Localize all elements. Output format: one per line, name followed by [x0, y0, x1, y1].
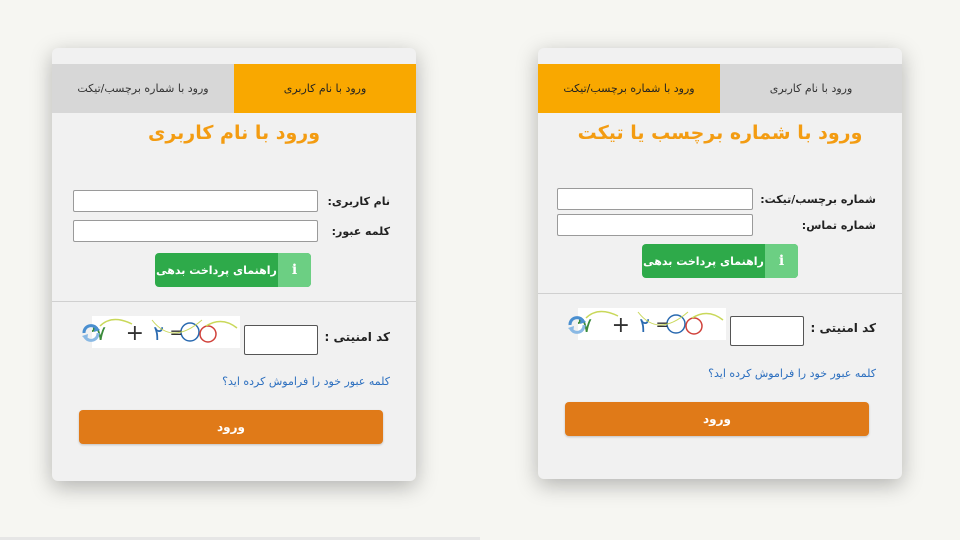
login-tabs: ورود با نام کاربری ورود با شماره برچسب/ت… [52, 64, 416, 113]
form-title: ورود با نام کاربری [147, 122, 321, 144]
captcha-label: کد امنیتی : [324, 330, 390, 344]
phone-input[interactable] [557, 214, 753, 236]
login-panel-ticket: ورود با نام کاربری ورود با شماره برچسب/ت… [538, 48, 902, 479]
login-submit-button[interactable]: ورود [79, 410, 383, 444]
refresh-captcha-icon[interactable] [566, 314, 588, 336]
username-row: نام کاربری: [70, 186, 390, 216]
info-icon: i [278, 253, 311, 287]
login-panel-username: ورود با نام کاربری ورود با شماره برچسب/ت… [52, 48, 416, 481]
svg-text:+: + [612, 313, 630, 338]
divider [52, 301, 416, 302]
captcha-input[interactable] [244, 325, 318, 355]
login-submit-button[interactable]: ورود [565, 402, 869, 436]
captcha-input[interactable] [730, 316, 804, 346]
captcha-image: ٣٧ + ٢ = [578, 308, 726, 340]
payment-guide-label: راهنمای پرداخت بدهی [643, 254, 764, 268]
payment-guide-label: راهنمای پرداخت بدهی [156, 263, 277, 277]
password-input[interactable] [73, 220, 318, 242]
password-row: کلمه عبور: [70, 216, 390, 246]
login-tabs: ورود با نام کاربری ورود با شماره برچسب/ت… [538, 64, 902, 113]
payment-guide-button[interactable]: راهنمای پرداخت بدهی i [155, 253, 311, 287]
captcha-label: کد امنیتی : [810, 321, 876, 335]
password-label: کلمه عبور: [331, 224, 390, 238]
form-title: ورود با شماره برچسب یا تیکت [577, 122, 863, 144]
forgot-password-link[interactable]: کلمه عبور خود را فراموش کرده اید؟ [708, 367, 876, 380]
payment-guide-button[interactable]: راهنمای پرداخت بدهی i [642, 244, 798, 278]
phone-row: شماره تماس: [556, 210, 876, 240]
tab-ticket-login[interactable]: ورود با شماره برچسب/تیکت [52, 64, 234, 113]
tab-ticket-login[interactable]: ورود با شماره برچسب/تیکت [538, 64, 720, 113]
divider [538, 293, 902, 294]
login-submit-label: ورود [703, 412, 731, 426]
forgot-password-link[interactable]: کلمه عبور خود را فراموش کرده اید؟ [222, 375, 390, 388]
info-icon: i [765, 244, 798, 278]
tab-username-login[interactable]: ورود با نام کاربری [720, 64, 902, 113]
captcha-image: ٣٧ + ٢ = [92, 316, 240, 348]
ticket-number-input[interactable] [557, 188, 753, 210]
login-submit-label: ورود [217, 420, 245, 434]
refresh-captcha-icon[interactable] [80, 322, 102, 344]
ticket-number-label: شماره برچسب/تیکت: [760, 192, 876, 206]
svg-text:٢: ٢ [153, 321, 164, 345]
svg-text:٢: ٢ [639, 313, 650, 337]
tab-username-login[interactable]: ورود با نام کاربری [234, 64, 416, 113]
username-input[interactable] [73, 190, 318, 212]
svg-text:+: + [126, 321, 144, 346]
phone-label: شماره تماس: [801, 218, 876, 232]
username-label: نام کاربری: [327, 194, 390, 208]
